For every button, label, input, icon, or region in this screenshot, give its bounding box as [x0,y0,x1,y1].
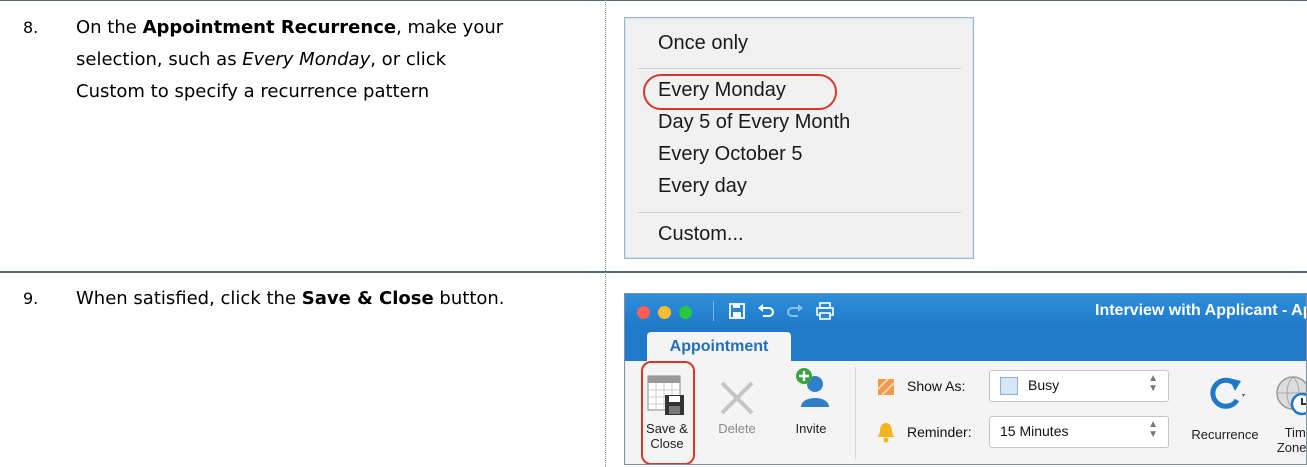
reminder-select[interactable]: 15 Minutes ▲ ▼ [989,416,1169,448]
zoom-window-button[interactable] [679,306,692,319]
minimize-window-button[interactable] [658,306,671,319]
save-icon[interactable] [729,303,745,319]
step-number: 9. [23,289,39,308]
recurrence-icon [1210,377,1245,409]
text-line: selection, such as Every Monday, or clic… [76,49,447,70]
step-9-instructions: When satisfied, click the Save & Close b… [76,283,586,315]
show-as-label: Show As: [907,378,966,394]
tab-appointment[interactable]: Appointment [647,332,791,361]
text-line: Custom to specify a recurrence pattern [76,81,430,102]
step-number: 8. [23,18,39,37]
bell-icon [878,423,894,443]
window-title-bar: Interview with Applicant - Appo [625,294,1306,329]
table-column-divider [605,0,606,467]
undo-icon[interactable] [757,303,775,319]
invite-button[interactable]: Invite [783,365,839,455]
menu-item-every-day[interactable]: Every day [658,175,747,198]
label-line: Zones [1276,440,1307,455]
stepper-arrows-icon: ▲ ▼ [1148,373,1158,394]
delete-button[interactable]: Delete [709,365,765,455]
recurrence-menu-screenshot: Once only Every Monday Day 5 of Every Mo… [624,17,974,259]
invite-label: Invite [795,421,827,436]
time-zones-label: Time Zones [1269,425,1307,455]
time-zones-button[interactable]: Time Zones [1269,365,1307,461]
menu-item-once-only[interactable]: Once only [658,32,748,55]
table-row-divider [0,271,1307,273]
title-divider [713,301,714,321]
stepper-arrows-icon: ▲ ▼ [1148,419,1158,440]
table-top-border [0,0,1307,1]
ribbon-tab-bar: Appointment [625,329,1306,361]
redo-icon[interactable] [786,303,804,319]
delete-x-icon [720,381,754,415]
window-title: Interview with Applicant - Appo [1095,302,1306,319]
delete-label: Delete [718,421,756,436]
text-line: On the Appointment Recurrence, make your [76,17,504,38]
highlight-circle [643,74,837,110]
menu-item-every-october-5[interactable]: Every October 5 [658,143,803,166]
show-as-icon [877,378,895,396]
show-as-select[interactable]: Busy ▲ ▼ [989,370,1169,402]
outlook-ribbon-screenshot: Interview with Applicant - Appo Appointm… [624,293,1307,465]
step-8-instructions: On the Appointment Recurrence, make your… [76,12,586,108]
menu-separator [637,68,961,69]
busy-swatch [1000,377,1018,395]
text-line: When satisfied, click the Save & Close b… [76,288,505,309]
globe-clock-icon [1276,376,1306,416]
recurrence-button[interactable]: Recurrence [1185,365,1265,455]
ribbon-divider [855,367,856,459]
document-page: 8. On the Appointment Recurrence, make y… [0,0,1307,467]
invite-person-icon [796,368,829,407]
recurrence-label: Recurrence [1191,427,1259,442]
reminder-value: 15 Minutes [1000,423,1069,439]
close-window-button[interactable] [637,306,650,319]
highlight-circle [641,361,695,464]
ribbon-toolbar: Save & Close Delete Invite Show As: Busy… [625,361,1306,464]
show-as-value: Busy [1028,377,1060,393]
menu-separator [637,212,961,213]
reminder-label: Reminder: [907,424,972,440]
menu-item-custom[interactable]: Custom... [658,223,744,246]
print-icon[interactable] [816,302,834,320]
label-line: Time [1284,425,1306,440]
menu-item-day-5-of-every-month[interactable]: Day 5 of Every Month [658,111,850,134]
